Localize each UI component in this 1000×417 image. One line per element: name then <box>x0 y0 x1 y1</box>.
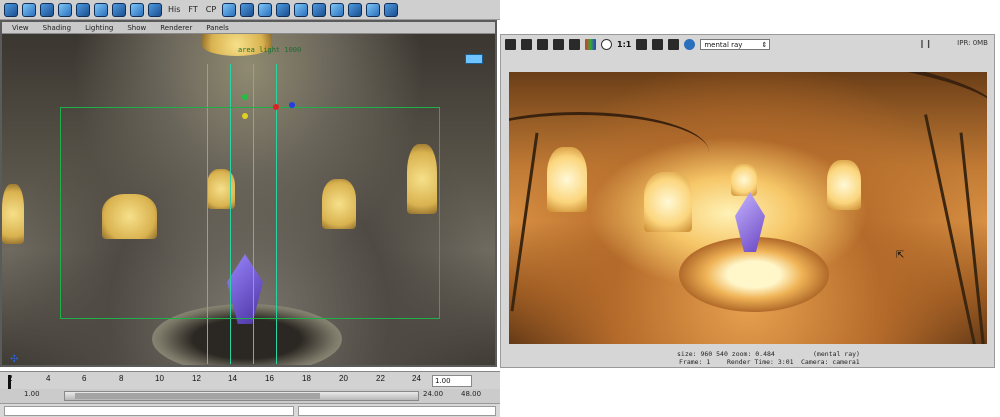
ipr-memory-label: IPR: 0MB <box>957 39 988 47</box>
timeline-tick: 8 <box>119 374 124 383</box>
menu-panels[interactable]: Panels <box>206 24 229 32</box>
shelf-tool-icon[interactable] <box>94 2 108 17</box>
shelf-tool-icon[interactable] <box>58 2 72 17</box>
render-region-icon[interactable] <box>521 38 532 50</box>
menu-renderer[interactable]: Renderer <box>160 24 192 32</box>
timeline-tick: 20 <box>339 374 348 383</box>
shelf-label-ft[interactable]: FT <box>188 5 197 14</box>
ipr-render-icon[interactable] <box>553 38 564 50</box>
shelf-tool-icon[interactable] <box>366 2 381 17</box>
timeline-tick: 6 <box>82 374 87 383</box>
shelf-tool-icon[interactable] <box>348 2 363 17</box>
rendered-image[interactable]: ⇱ <box>509 72 987 344</box>
remove-image-icon[interactable] <box>652 38 664 50</box>
area-light-label: area light 1000 <box>238 46 302 54</box>
shelf-tool-icon[interactable] <box>130 2 144 17</box>
render-frame-text: Frame: 1 <box>679 358 711 366</box>
menu-lighting[interactable]: Lighting <box>85 24 113 32</box>
shelf-tool-icon[interactable] <box>222 2 237 17</box>
shelf-tool-icon[interactable] <box>258 2 273 17</box>
shelf-tool-icon[interactable] <box>276 2 291 17</box>
camera-icon[interactable] <box>465 54 483 64</box>
timeline-tick: 10 <box>155 374 164 383</box>
render-spear <box>959 132 986 344</box>
render-camera-text: Camera: camera1 <box>801 358 860 366</box>
display-settings-icon[interactable] <box>668 38 680 50</box>
menu-shading[interactable]: Shading <box>43 24 71 32</box>
shelf-tool-icon[interactable] <box>40 2 54 17</box>
command-result <box>298 406 496 416</box>
shelf-tool-icon[interactable] <box>22 2 36 17</box>
locator-icon[interactable]: ✣ <box>10 354 22 365</box>
timeline-tick: 18 <box>302 374 311 383</box>
area-light-bounds[interactable] <box>60 107 440 319</box>
mouse-cursor-icon: ⇱ <box>896 250 905 261</box>
timeline-tick: 16 <box>265 374 274 383</box>
anim-end-field[interactable]: 48.00 <box>461 390 481 398</box>
shelf-label-cp[interactable]: CP <box>206 5 216 14</box>
rgb-channel-icon[interactable] <box>585 38 596 50</box>
menu-view[interactable]: View <box>12 24 29 32</box>
renderer-selected-value: mental ray <box>704 40 743 49</box>
shelf-tool-icon[interactable] <box>294 2 309 17</box>
alpha-channel-icon[interactable] <box>601 38 612 50</box>
chevron-down-icon: ⇕ <box>761 40 768 49</box>
render-window-right <box>827 160 861 210</box>
shelf-tool-icon[interactable] <box>312 2 327 17</box>
refresh-icon[interactable] <box>569 38 580 50</box>
real-size-button[interactable]: 1:1 <box>617 40 631 49</box>
shelf-tool-icon[interactable] <box>112 2 126 17</box>
timeline-tick: 14 <box>228 374 237 383</box>
range-start-field[interactable]: 1.00 <box>24 390 40 398</box>
timeline-tick: 24 <box>412 374 421 383</box>
keep-image-icon[interactable] <box>636 38 648 50</box>
current-frame-field[interactable]: 1.00 <box>432 375 472 387</box>
menu-show[interactable]: Show <box>127 24 146 32</box>
shelf-tool-icon[interactable] <box>148 2 162 17</box>
range-slider[interactable] <box>64 391 419 401</box>
manipulator-handle-yellow[interactable] <box>242 113 248 119</box>
render-view-window: 1:1 mental ray ⇕ ❙❙ IPR: 0MB ⇱ size: 960… <box>500 34 995 368</box>
render-time-text: Render Time: 3:01 <box>727 358 794 366</box>
render-window-center <box>731 164 757 196</box>
desktop-background <box>500 368 1000 417</box>
snapshot-icon[interactable] <box>537 38 548 50</box>
range-slider-row: 1.00 24.00 48.00 <box>0 389 500 403</box>
renderer-dropdown[interactable]: mental ray ⇕ <box>700 38 771 50</box>
render-size-text: size: 960 540 zoom: 0.484 <box>677 350 775 358</box>
desktop-background <box>500 0 1000 34</box>
shelf-tool-icon[interactable] <box>4 2 18 17</box>
shelf-tool-icon[interactable] <box>384 2 399 17</box>
render-renderer-text: (mental ray) <box>813 350 860 358</box>
shelf-tool-icon[interactable] <box>240 2 255 17</box>
shelf-tool-icon[interactable] <box>330 2 345 17</box>
manipulator-handle-blue[interactable] <box>289 102 295 108</box>
shelf-label-his[interactable]: His <box>168 5 180 14</box>
current-time-marker[interactable] <box>8 375 11 389</box>
shelf-toolbar: His FT CP <box>0 0 500 20</box>
render-status: size: 960 540 zoom: 0.484 (mental ray) F… <box>501 346 994 368</box>
timeline-tick: 12 <box>192 374 201 383</box>
panel-menu-bar: View Shading Lighting Show Renderer Pane… <box>2 22 495 34</box>
timeline-tick: 4 <box>46 374 51 383</box>
timeline-tick: 22 <box>376 374 385 383</box>
shelf-tool-icon[interactable] <box>76 2 90 17</box>
time-slider[interactable]: 2 4 6 8 10 12 14 16 18 20 22 24 1.00 <box>0 371 500 389</box>
range-slider-handle[interactable] <box>75 393 320 399</box>
manipulator-handle-green[interactable] <box>242 94 248 100</box>
range-end-field[interactable]: 24.00 <box>423 390 443 398</box>
perspective-viewport[interactable]: View Shading Lighting Show Renderer Pane… <box>0 20 497 367</box>
command-input[interactable] <box>4 406 294 416</box>
manipulator-handle-red[interactable] <box>273 104 279 110</box>
pause-icon[interactable]: ❙❙ <box>919 39 932 48</box>
command-line <box>0 403 500 417</box>
renderer-icon[interactable] <box>684 38 696 50</box>
viewport-scene: area light 1000 ✣ <box>2 34 495 365</box>
scene-window-left <box>2 184 24 244</box>
render-frame-icon[interactable] <box>505 38 516 50</box>
